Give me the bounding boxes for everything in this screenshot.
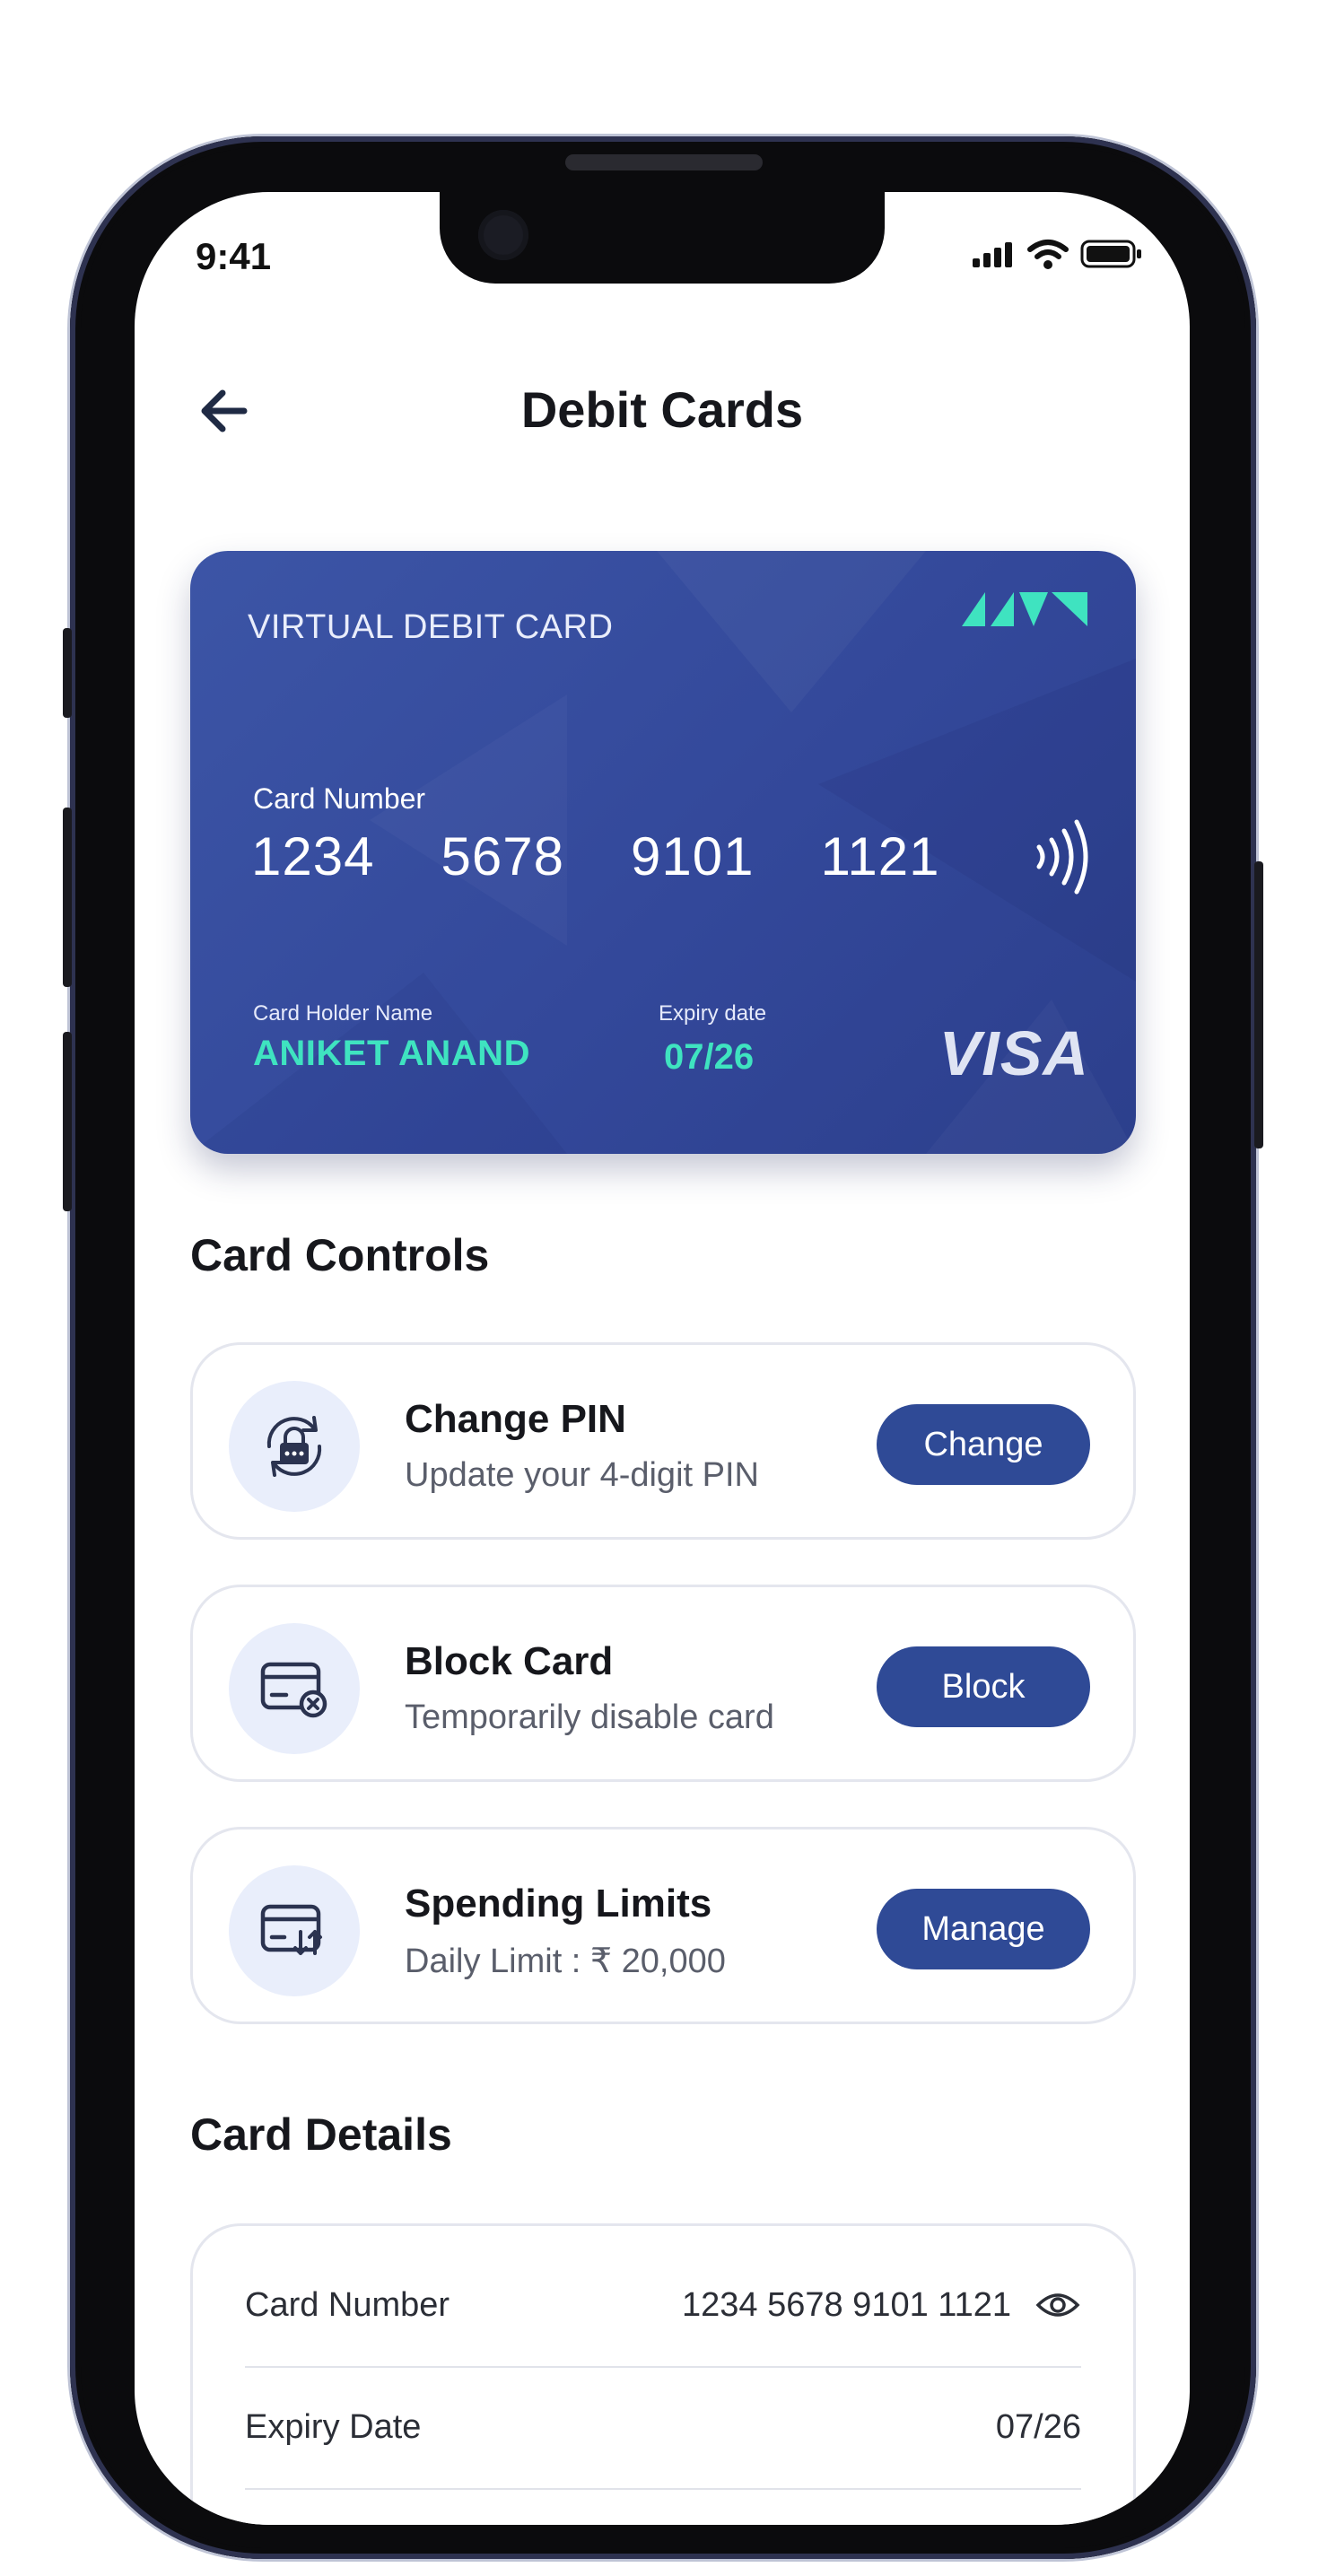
card-holder-label: Card Holder Name [253,1001,433,1026]
card-number: 1234 5678 9101 1121 [251,825,939,887]
volume-up-button [63,808,72,987]
control-subtitle: Daily Limit : ₹ 20,000 [405,1943,726,1980]
page-title: Debit Cards [520,381,804,438]
detail-divider [245,2488,1081,2490]
wifi-icon [1027,240,1069,269]
device-frame: 9:41 Debit Cards VIRTUAL DEBIT CARD Card… [0,0,1327,2576]
control-subtitle: Temporarily disable card [405,1698,774,1736]
card-number-label: Card Number [253,782,426,815]
earpiece-speaker [565,154,763,170]
battery-icon [1080,240,1141,268]
detail-value: 07/26 [995,2407,1081,2446]
control-change-pin: Change PIN Update your 4-digit PIN Chang… [190,1342,1136,1540]
status-icons [971,239,1143,269]
card-controls-title: Card Controls [190,1230,490,1280]
card-number-group: 9101 [630,826,755,886]
detail-value-wrap: 1234 5678 9101 1121 [682,2286,1081,2325]
expiry-value: 07/26 [664,1037,755,1077]
status-time: 9:41 [196,235,272,277]
contactless-icon [1036,819,1088,895]
block-card-button[interactable]: Block [877,1646,1090,1727]
card-type-label: VIRTUAL DEBIT CARD [248,608,614,646]
control-title: Spending Limits [405,1882,712,1925]
detail-label: Expiry Date [245,2407,422,2446]
card-number-group: 1234 [251,826,375,886]
detail-row-card-number: Card Number 1234 5678 9101 1121 [245,2269,1081,2341]
manage-limits-button[interactable]: Manage [877,1889,1090,1969]
card-block-icon [229,1623,360,1754]
control-title: Change PIN [405,1397,626,1441]
detail-label: Card Number [245,2285,450,2324]
control-subtitle: Update your 4-digit PIN [405,1456,759,1494]
card-details-title: Card Details [190,2109,452,2160]
signal-icon [973,242,1012,267]
eye-icon[interactable] [1035,2289,1081,2321]
card-holder-name: ANIKET ANAND [253,1034,530,1073]
control-title: Block Card [405,1639,614,1683]
volume-down-button [63,1032,72,1211]
detail-divider [245,2366,1081,2368]
control-spending-limits: Spending Limits Daily Limit : ₹ 20,000 M… [190,1827,1136,2024]
change-pin-button[interactable]: Change [877,1404,1090,1485]
lock-refresh-icon [229,1381,360,1512]
card-number-group: 5678 [441,826,564,886]
card-details-panel: Card Number 1234 5678 9101 1121 Expiry D… [190,2223,1136,2525]
control-block-card: Block Card Temporarily disable card Bloc… [190,1585,1136,1782]
power-button [1254,861,1263,1148]
expiry-label: Expiry date [659,1001,767,1026]
front-camera [478,210,528,260]
bank-logo-icon [962,592,1087,626]
card-number-group: 1121 [820,826,940,886]
mute-switch [63,628,72,718]
detail-row-expiry: Expiry Date 07/26 [245,2391,1081,2463]
detail-value: 1234 5678 9101 1121 [682,2285,1011,2324]
card-transfer-icon [229,1865,360,1996]
visa-logo: VISA [939,1018,1089,1088]
phone-screen: 9:41 Debit Cards VIRTUAL DEBIT CARD Card… [135,192,1190,2525]
virtual-debit-card[interactable]: VIRTUAL DEBIT CARD Card Number 1234 5678… [190,551,1136,1154]
